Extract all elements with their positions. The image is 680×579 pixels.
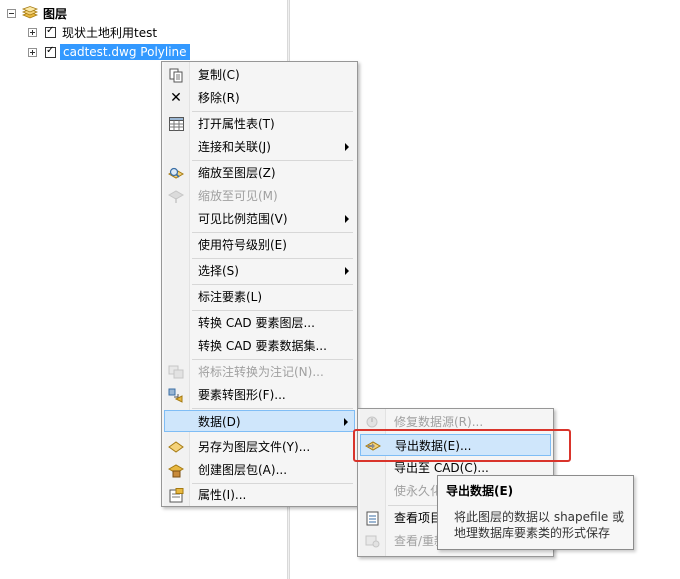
layer-name-selected[interactable]: cadtest.dwg Polyline (60, 44, 190, 60)
menu-separator (192, 258, 353, 259)
layers-root-label: 图层 (43, 6, 68, 21)
menu-item-data[interactable]: 数据(D) (164, 410, 355, 432)
menu-item-label: 可见比例范围(V) (198, 212, 288, 226)
features-to-graphics-icon (168, 387, 184, 403)
menu-item-label: 缩放至可见(M) (198, 189, 278, 203)
properties-icon (168, 487, 184, 503)
layers-root-row[interactable]: 图层 (7, 4, 67, 22)
menu-item-label: 复制(C) (198, 68, 240, 82)
menu-item-label: 连接和关联(J) (198, 140, 271, 154)
layer-context-menu: 复制(C) ✕ 移除(R) 打开属性表(T) 连接和关联(J) 缩放至图层(Z)… (161, 61, 358, 507)
submenu-arrow-icon (345, 267, 349, 275)
menu-item-label: 属性(I)... (198, 488, 247, 502)
menu-item-features-to-graphics[interactable]: 要素转图形(F)... (164, 384, 355, 406)
menu-item-label: 移除(R) (198, 91, 240, 105)
zoom-to-visible-icon (168, 188, 184, 204)
menu-item-label: 要素转图形(F)... (198, 388, 286, 402)
menu-separator (192, 310, 353, 311)
menu-item-open-attribute-table[interactable]: 打开属性表(T) (164, 113, 355, 135)
menu-item-zoom-to-visible[interactable]: 缩放至可见(M) (164, 185, 355, 207)
layer-visibility-checkbox[interactable]: ✓ (45, 44, 56, 58)
repair-data-source-icon (364, 414, 380, 430)
menu-item-label: 选择(S) (198, 264, 239, 278)
menu-item-label: 创建图层包(A)... (198, 463, 288, 477)
checkmark-icon: ✓ (46, 44, 55, 56)
layer-visibility-checkbox[interactable]: ✓ (45, 24, 56, 38)
layer-row-land-use[interactable]: ✓ 现状土地利用test (28, 23, 157, 41)
menu-item-save-as-layer-file[interactable]: 另存为图层文件(Y)... (164, 436, 355, 458)
menu-item-label: 转换 CAD 要素图层... (198, 316, 315, 330)
menu-item-label: 缩放至图层(Z) (198, 166, 276, 180)
menu-item-label: 查看项目 (394, 511, 443, 525)
zoom-to-layer-icon (168, 165, 184, 181)
tooltip-title: 导出数据(E) (446, 484, 514, 498)
menu-item-use-symbol-levels[interactable]: 使用符号级别(E) (164, 234, 355, 256)
menu-item-label: 转换 CAD 要素数据集... (198, 339, 327, 353)
collapse-icon[interactable] (7, 8, 16, 18)
expand-icon[interactable] (28, 27, 37, 37)
export-data-tooltip: 导出数据(E) 将此图层的数据以 shapefile 或地理数据库要素类的形式保… (437, 475, 634, 550)
menu-item-visible-scale-range[interactable]: 可见比例范围(V) (164, 208, 355, 230)
menu-item-label: 将标注转换为注记(N)... (198, 365, 324, 379)
view-item-icon (364, 510, 380, 526)
menu-item-label: 标注要素(L) (198, 290, 263, 304)
menu-item-joins-relates[interactable]: 连接和关联(J) (164, 136, 355, 158)
menu-separator (192, 232, 353, 233)
submenu-arrow-icon (345, 215, 349, 223)
expand-icon[interactable] (28, 47, 37, 57)
layers-icon (21, 6, 39, 19)
menu-separator (192, 408, 353, 409)
layer-package-icon (168, 462, 184, 478)
menu-separator (192, 284, 353, 285)
submenu-arrow-icon (344, 418, 348, 426)
menu-item-label: 数据(D) (198, 415, 241, 429)
menu-item-selection[interactable]: 选择(S) (164, 260, 355, 282)
layer-name: 现状土地利用test (62, 25, 158, 40)
submenu-arrow-icon (345, 143, 349, 151)
menu-item-zoom-to-layer[interactable]: 缩放至图层(Z) (164, 162, 355, 184)
menu-item-remove[interactable]: ✕ 移除(R) (164, 87, 355, 109)
menu-item-label: 另存为图层文件(Y)... (198, 440, 311, 454)
layer-row-cadtest[interactable]: ✓ cadtest.dwg Polyline (28, 43, 190, 61)
menu-item-convert-labels-to-annotation[interactable]: 将标注转换为注记(N)... (164, 361, 355, 383)
menu-item-label: 使用符号级别(E) (198, 238, 287, 252)
table-icon (168, 116, 184, 132)
copy-icon (168, 67, 184, 83)
menu-item-copy[interactable]: 复制(C) (164, 64, 355, 86)
menu-separator (192, 359, 353, 360)
menu-item-create-layer-package[interactable]: 创建图层包(A)... (164, 459, 355, 481)
menu-item-convert-cad-feature-layer[interactable]: 转换 CAD 要素图层... (164, 312, 355, 334)
remove-x-icon: ✕ (170, 90, 182, 106)
view-reset-icon (364, 533, 380, 549)
tooltip-body: 将此图层的数据以 shapefile 或地理数据库要素类的形式保存 (454, 510, 625, 540)
menu-separator (192, 160, 353, 161)
highlight-box (353, 429, 571, 462)
menu-separator (192, 111, 353, 112)
layer-file-icon (168, 439, 184, 455)
menu-item-convert-cad-feature-dataset[interactable]: 转换 CAD 要素数据集... (164, 335, 355, 357)
menu-item-properties[interactable]: 属性(I)... (164, 484, 355, 506)
menu-item-label: 使永久化 (394, 484, 443, 498)
annotation-icon (168, 364, 184, 380)
menu-item-label-features[interactable]: 标注要素(L) (164, 286, 355, 308)
menu-item-label: 打开属性表(T) (198, 117, 275, 131)
checkmark-icon: ✓ (46, 24, 55, 36)
